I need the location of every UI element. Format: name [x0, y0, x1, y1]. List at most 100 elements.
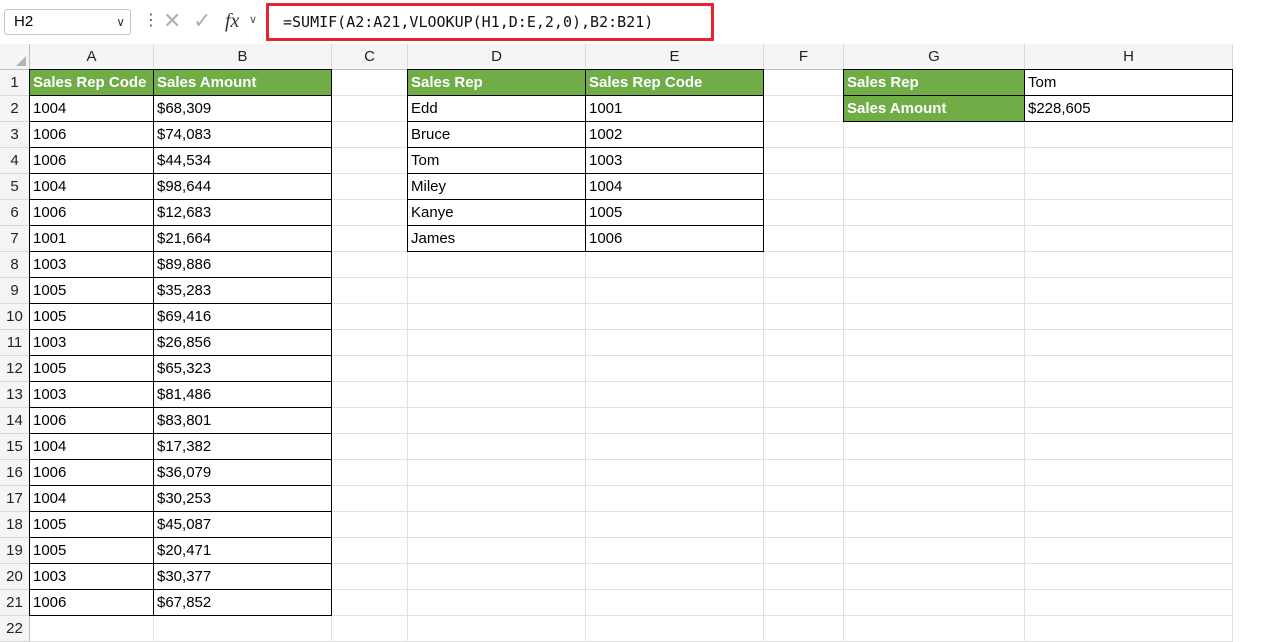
table2-cell[interactable]: 1003 — [585, 147, 764, 174]
table1-cell[interactable]: $83,801 — [153, 407, 332, 434]
lookup-label-cell[interactable]: Sales Rep — [843, 69, 1025, 96]
table1-cell[interactable]: $81,486 — [153, 381, 332, 408]
table1-header-cell[interactable]: Sales Amount — [153, 69, 332, 96]
table1-cell[interactable]: 1006 — [29, 199, 154, 226]
lookup-label-cell[interactable]: Sales Amount — [843, 95, 1025, 122]
table1-cell[interactable]: 1006 — [29, 407, 154, 434]
column-header-g[interactable]: G — [844, 44, 1025, 70]
table1-cell[interactable]: $74,083 — [153, 121, 332, 148]
table1-cell[interactable]: $30,253 — [153, 485, 332, 512]
row-header-17[interactable]: 17 — [0, 486, 30, 512]
formula-bar: H2 ∨ ⋮ ✕ ✓ fx ∨ =SUMIF(A2:A21,VLOOKUP(H1… — [0, 0, 1271, 44]
table1-cell[interactable]: 1003 — [29, 563, 154, 590]
column-header-f[interactable]: F — [764, 44, 844, 70]
chevron-down-icon[interactable]: ∨ — [116, 10, 125, 34]
row-header-15[interactable]: 15 — [0, 434, 30, 460]
table2-cell[interactable]: James — [407, 225, 586, 252]
table1-cell[interactable]: $45,087 — [153, 511, 332, 538]
table1-cell[interactable]: $30,377 — [153, 563, 332, 590]
select-all-corner[interactable] — [0, 44, 30, 70]
table1-cell[interactable]: 1005 — [29, 537, 154, 564]
table1-cell[interactable]: 1003 — [29, 381, 154, 408]
row-header-18[interactable]: 18 — [0, 512, 30, 538]
table1-cell[interactable]: $20,471 — [153, 537, 332, 564]
row-header-10[interactable]: 10 — [0, 304, 30, 330]
cancel-icon[interactable]: ✕ — [163, 8, 181, 34]
table1-cell[interactable]: 1004 — [29, 485, 154, 512]
row-header-22[interactable]: 22 — [0, 616, 30, 642]
table1-cell[interactable]: $17,382 — [153, 433, 332, 460]
table1-cell[interactable]: $89,886 — [153, 251, 332, 278]
row-header-4[interactable]: 4 — [0, 148, 30, 174]
row-header-14[interactable]: 14 — [0, 408, 30, 434]
more-options-icon[interactable]: ⋮ — [143, 10, 159, 32]
enter-check-icon[interactable]: ✓ — [193, 8, 211, 34]
row-header-3[interactable]: 3 — [0, 122, 30, 148]
table1-cell[interactable]: $67,852 — [153, 589, 332, 616]
table2-cell[interactable]: Edd — [407, 95, 586, 122]
row-header-13[interactable]: 13 — [0, 382, 30, 408]
table1-cell[interactable]: 1003 — [29, 251, 154, 278]
row-header-1[interactable]: 1 — [0, 70, 30, 96]
row-header-12[interactable]: 12 — [0, 356, 30, 382]
table1-cell[interactable]: $12,683 — [153, 199, 332, 226]
row-header-16[interactable]: 16 — [0, 460, 30, 486]
table2-cell[interactable]: 1001 — [585, 95, 764, 122]
table1-cell[interactable]: 1006 — [29, 459, 154, 486]
table1-cell[interactable]: 1006 — [29, 589, 154, 616]
table1-header-cell[interactable]: Sales Rep Code — [29, 69, 154, 96]
row-header-21[interactable]: 21 — [0, 590, 30, 616]
row-header-7[interactable]: 7 — [0, 226, 30, 252]
table1-cell[interactable]: 1005 — [29, 355, 154, 382]
row-header-19[interactable]: 19 — [0, 538, 30, 564]
column-header-h[interactable]: H — [1025, 44, 1233, 70]
insert-function-icon[interactable]: fx — [225, 8, 239, 34]
table2-cell[interactable]: 1005 — [585, 199, 764, 226]
row-header-5[interactable]: 5 — [0, 174, 30, 200]
name-box[interactable]: H2 ∨ — [4, 9, 131, 35]
row-header-9[interactable]: 9 — [0, 278, 30, 304]
table1-cell[interactable]: 1006 — [29, 121, 154, 148]
column-header-b[interactable]: B — [154, 44, 332, 70]
table1-cell[interactable]: $44,534 — [153, 147, 332, 174]
formula-input[interactable]: =SUMIF(A2:A21,VLOOKUP(H1,D:E,2,0),B2:B21… — [266, 3, 714, 41]
table1-cell[interactable]: 1004 — [29, 173, 154, 200]
column-header-a[interactable]: A — [30, 44, 154, 70]
row-header-11[interactable]: 11 — [0, 330, 30, 356]
table1-cell[interactable]: $21,664 — [153, 225, 332, 252]
chevron-down-icon[interactable]: ∨ — [249, 13, 257, 26]
table1-cell[interactable]: 1005 — [29, 511, 154, 538]
table1-cell[interactable]: $65,323 — [153, 355, 332, 382]
lookup-value-cell[interactable]: $228,605 — [1024, 95, 1233, 122]
table1-cell[interactable]: 1004 — [29, 433, 154, 460]
column-header-c[interactable]: C — [332, 44, 408, 70]
table1-cell[interactable]: $26,856 — [153, 329, 332, 356]
column-header-e[interactable]: E — [586, 44, 764, 70]
table1-cell[interactable]: 1001 — [29, 225, 154, 252]
table1-cell[interactable]: $68,309 — [153, 95, 332, 122]
table2-cell[interactable]: Kanye — [407, 199, 586, 226]
row-header-20[interactable]: 20 — [0, 564, 30, 590]
table2-cell[interactable]: 1002 — [585, 121, 764, 148]
table1-cell[interactable]: $98,644 — [153, 173, 332, 200]
table1-cell[interactable]: 1005 — [29, 303, 154, 330]
row-header-8[interactable]: 8 — [0, 252, 30, 278]
table1-cell[interactable]: $35,283 — [153, 277, 332, 304]
table1-cell[interactable]: 1005 — [29, 277, 154, 304]
table1-cell[interactable]: $36,079 — [153, 459, 332, 486]
table2-cell[interactable]: Bruce — [407, 121, 586, 148]
table2-cell[interactable]: Miley — [407, 173, 586, 200]
table2-cell[interactable]: 1006 — [585, 225, 764, 252]
table1-cell[interactable]: 1004 — [29, 95, 154, 122]
table2-header-cell[interactable]: Sales Rep Code — [585, 69, 764, 96]
lookup-value-cell[interactable]: Tom — [1024, 69, 1233, 96]
table1-cell[interactable]: 1003 — [29, 329, 154, 356]
column-header-d[interactable]: D — [408, 44, 586, 70]
table2-cell[interactable]: 1004 — [585, 173, 764, 200]
row-header-6[interactable]: 6 — [0, 200, 30, 226]
table1-cell[interactable]: $69,416 — [153, 303, 332, 330]
table2-cell[interactable]: Tom — [407, 147, 586, 174]
row-header-2[interactable]: 2 — [0, 96, 30, 122]
table1-cell[interactable]: 1006 — [29, 147, 154, 174]
table2-header-cell[interactable]: Sales Rep — [407, 69, 586, 96]
